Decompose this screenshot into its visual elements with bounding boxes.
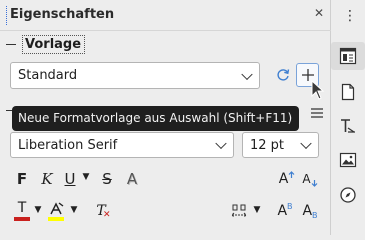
- style-panel-title[interactable]: Vorlage: [22, 34, 86, 54]
- font-color-label: T: [17, 200, 27, 216]
- grow-font-label: A: [278, 171, 289, 187]
- properties-icon[interactable]: [339, 47, 357, 65]
- chevron-down-icon: [300, 137, 312, 150]
- character-spacing-icon: [231, 204, 247, 218]
- page-icon[interactable]: [339, 83, 357, 101]
- paragraph-style-dropdown[interactable]: Standard: [10, 62, 260, 89]
- subscript-marker: B: [312, 211, 318, 220]
- shrink-font-button[interactable]: A: [299, 168, 321, 190]
- shrink-font-label: A: [302, 172, 311, 186]
- collapse-icon[interactable]: [6, 43, 16, 45]
- font-size-dropdown[interactable]: 12 pt: [242, 132, 319, 158]
- font-name-dropdown[interactable]: Liberation Serif: [10, 132, 234, 158]
- font-color-button[interactable]: T: [12, 200, 32, 222]
- font-color-options-icon[interactable]: ▼: [32, 205, 44, 215]
- style-panel-header[interactable]: Vorlage: [6, 33, 86, 55]
- strikethrough-button[interactable]: S: [99, 170, 115, 188]
- mouse-cursor-icon: [311, 80, 325, 100]
- arrow-up-icon: [288, 171, 295, 178]
- menu-icon[interactable]: ⋮: [343, 9, 357, 25]
- clear-x-icon: ✕: [103, 210, 111, 220]
- update-style-button[interactable]: [272, 64, 294, 86]
- font-size-value: 12 pt: [250, 137, 285, 153]
- font-color-swatch: [14, 217, 30, 221]
- highlighter-icon: [50, 201, 64, 214]
- navigator-icon[interactable]: [339, 186, 357, 204]
- superscript-marker: B: [287, 202, 293, 211]
- character-spacing-options-icon[interactable]: ▼: [251, 205, 263, 215]
- chevron-down-icon: [241, 68, 253, 80]
- deck-titlebar: Eigenschaften ✕: [0, 0, 331, 31]
- character-spacing-button[interactable]: [228, 200, 250, 222]
- grow-font-button[interactable]: A: [276, 168, 298, 190]
- more-options-icon[interactable]: [311, 108, 323, 118]
- highlight-color-swatch: [48, 216, 64, 221]
- chevron-down-icon: [215, 137, 227, 150]
- highlight-options-icon[interactable]: ▼: [68, 205, 80, 215]
- subscript-button[interactable]: A B: [299, 200, 321, 222]
- font-name-value: Liberation Serif: [18, 137, 118, 153]
- close-icon[interactable]: ✕: [312, 6, 326, 22]
- shadow-button[interactable]: A: [124, 170, 140, 188]
- clear-formatting-button[interactable]: T ✕: [91, 200, 111, 222]
- gallery-icon[interactable]: [339, 151, 357, 169]
- superscript-label: A: [277, 203, 288, 219]
- sidebar-tabbar: ⋮: [331, 0, 365, 235]
- arrow-down-icon: [311, 180, 318, 187]
- paragraph-style-value: Standard: [18, 68, 78, 83]
- sidebar-deck: Eigenschaften ✕ Vorlage Standard Liberat…: [0, 0, 331, 235]
- focus-indicator: [6, 6, 7, 25]
- underline-options-icon[interactable]: ▼: [80, 172, 92, 182]
- superscript-button[interactable]: A B: [274, 200, 296, 222]
- italic-button[interactable]: K: [39, 170, 55, 188]
- highlight-color-button[interactable]: [45, 200, 67, 222]
- deck-title: Eigenschaften: [10, 7, 115, 22]
- tooltip: Neue Formatvorlage aus Auswahl (Shift+F1…: [12, 106, 299, 131]
- refresh-icon: [277, 69, 290, 81]
- styles-icon[interactable]: [339, 117, 357, 135]
- subscript-label: A: [302, 203, 313, 219]
- underline-button[interactable]: U: [62, 170, 78, 188]
- bold-button[interactable]: F: [14, 170, 30, 188]
